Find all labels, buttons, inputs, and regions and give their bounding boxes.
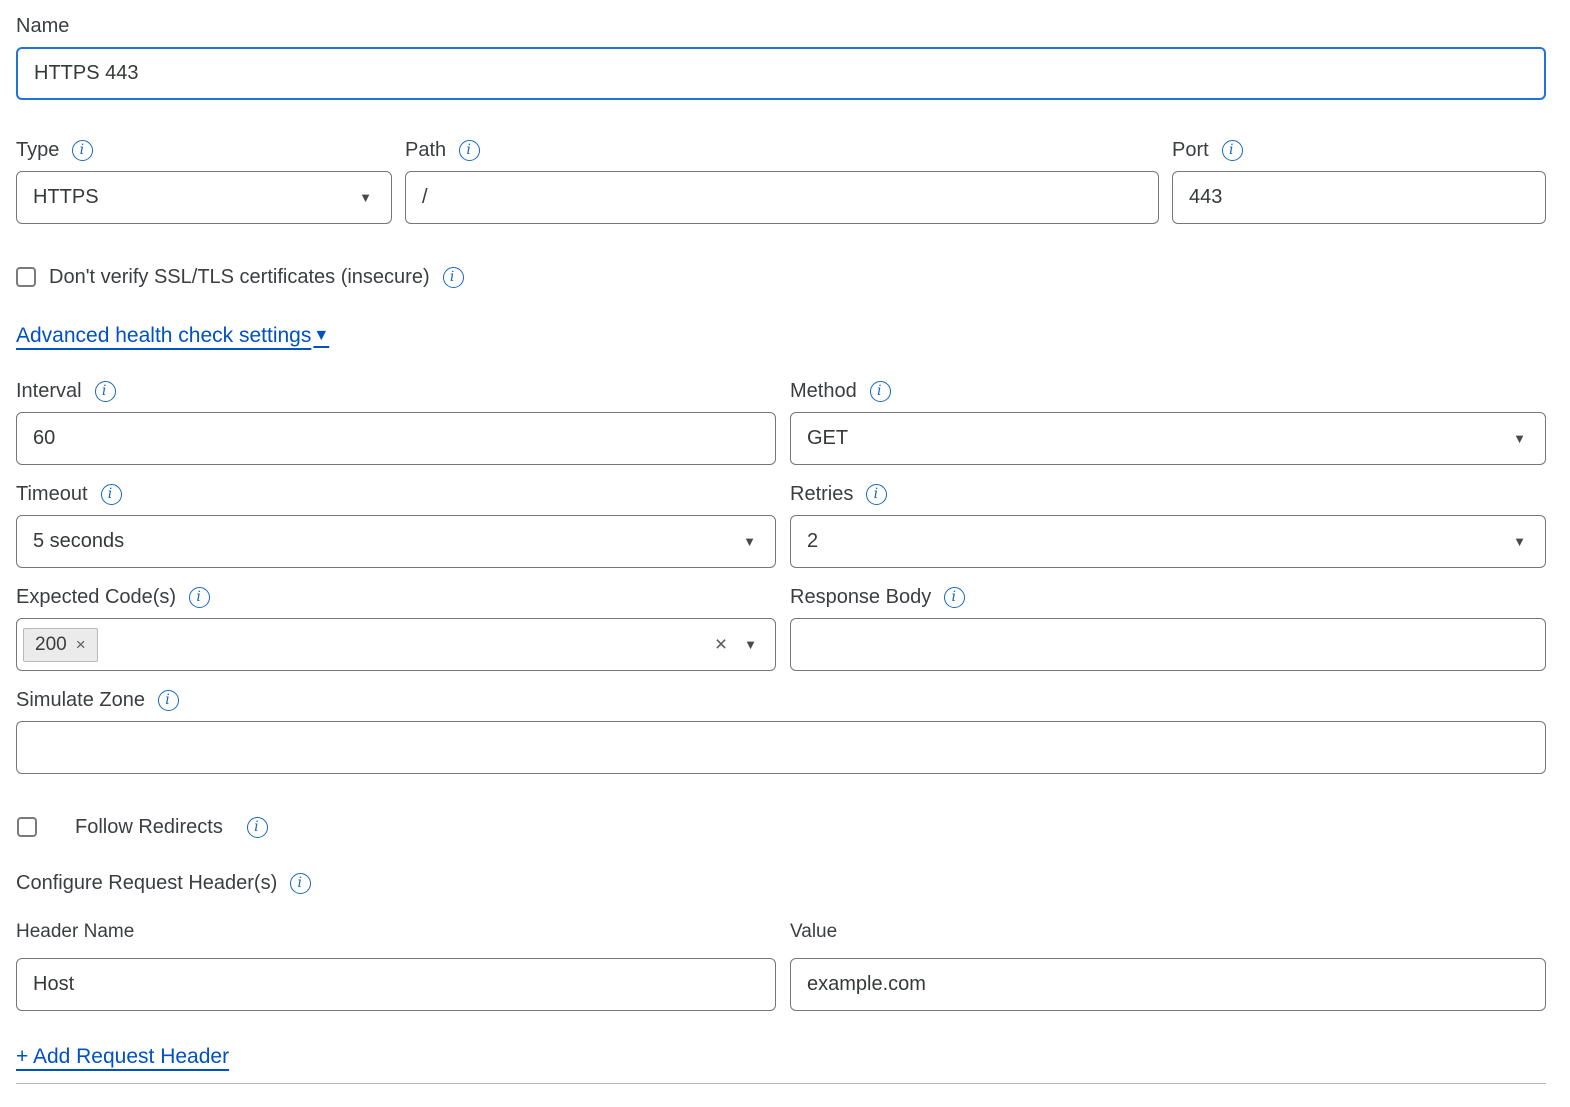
- field-simulate-zone: Simulate Zone i: [16, 688, 1546, 774]
- follow-redirects-label: Follow Redirects: [75, 816, 223, 839]
- health-check-form: Name Type i HTTPS ▼ Path i: [0, 0, 1570, 1106]
- field-path: Path i: [405, 138, 1159, 224]
- expected-code-tag-value: 200: [35, 634, 67, 656]
- response-body-label: Response Body: [790, 586, 931, 609]
- expected-codes-multiselect[interactable]: 200 × × ▼: [16, 618, 776, 671]
- type-select-value: HTTPS: [33, 186, 99, 209]
- ssl-verify-info-icon[interactable]: i: [443, 267, 464, 288]
- collapse-triangle-icon: ▼: [313, 327, 329, 345]
- header-name-input[interactable]: [16, 958, 776, 1011]
- follow-redirects-checkbox[interactable]: [17, 817, 37, 837]
- remove-tag-icon[interactable]: ×: [76, 635, 86, 655]
- field-header-name: Header Name: [16, 921, 776, 1011]
- chevron-down-icon: ▼: [359, 190, 372, 205]
- method-select-value: GET: [807, 427, 848, 450]
- path-input[interactable]: [405, 171, 1159, 224]
- ssl-verify-row: Don't verify SSL/TLS certificates (insec…: [16, 266, 1546, 288]
- request-headers-info-icon[interactable]: i: [290, 873, 311, 894]
- method-select[interactable]: GET ▼: [790, 412, 1546, 465]
- chevron-down-icon[interactable]: ▼: [744, 637, 757, 652]
- method-label: Method: [790, 380, 857, 403]
- field-expected-codes: Expected Code(s) i 200 × × ▼: [16, 585, 776, 671]
- field-type: Type i HTTPS ▼: [16, 138, 392, 224]
- follow-redirects-row: Follow Redirects i: [16, 816, 1546, 838]
- field-port: Port i: [1172, 138, 1546, 224]
- chevron-down-icon: ▼: [743, 534, 756, 549]
- expected-codes-label: Expected Code(s): [16, 586, 176, 609]
- field-retries: Retries i 2 ▼: [790, 482, 1546, 568]
- section-divider: [16, 1083, 1546, 1084]
- chevron-down-icon: ▼: [1513, 431, 1526, 446]
- simulate-zone-info-icon[interactable]: i: [158, 690, 179, 711]
- header-value-column-label: Value: [790, 921, 1546, 943]
- response-body-input[interactable]: [790, 618, 1546, 671]
- type-select[interactable]: HTTPS ▼: [16, 171, 392, 224]
- header-name-column-label: Header Name: [16, 921, 776, 943]
- chevron-down-icon: ▼: [1513, 534, 1526, 549]
- clear-all-icon[interactable]: ×: [715, 633, 727, 657]
- field-name: Name: [16, 14, 1546, 100]
- advanced-settings-link-text: Advanced health check settings: [16, 324, 311, 348]
- header-value-input[interactable]: [790, 958, 1546, 1011]
- add-request-header-link-text: + Add Request Header: [16, 1045, 229, 1069]
- method-info-icon[interactable]: i: [870, 381, 891, 402]
- expected-code-tag: 200 ×: [23, 628, 98, 662]
- field-response-body: Response Body i: [790, 585, 1546, 671]
- ssl-verify-label: Don't verify SSL/TLS certificates (insec…: [49, 266, 430, 289]
- timeout-select-value: 5 seconds: [33, 530, 124, 553]
- field-method: Method i GET ▼: [790, 379, 1546, 465]
- port-input[interactable]: [1172, 171, 1546, 224]
- port-label: Port: [1172, 139, 1209, 162]
- simulate-zone-input[interactable]: [16, 721, 1546, 774]
- timeout-info-icon[interactable]: i: [101, 484, 122, 505]
- request-headers-section-label: Configure Request Header(s): [16, 872, 277, 895]
- simulate-zone-label: Simulate Zone: [16, 689, 145, 712]
- name-label: Name: [16, 15, 69, 38]
- response-body-info-icon[interactable]: i: [944, 587, 965, 608]
- field-interval: Interval i: [16, 379, 776, 465]
- retries-select-value: 2: [807, 530, 818, 553]
- path-label: Path: [405, 139, 446, 162]
- interval-label: Interval: [16, 380, 82, 403]
- type-label: Type: [16, 139, 59, 162]
- advanced-settings-link[interactable]: Advanced health check settings▼: [16, 324, 329, 348]
- retries-label: Retries: [790, 483, 853, 506]
- interval-info-icon[interactable]: i: [95, 381, 116, 402]
- type-info-icon[interactable]: i: [72, 140, 93, 161]
- path-info-icon[interactable]: i: [459, 140, 480, 161]
- timeout-label: Timeout: [16, 483, 88, 506]
- follow-redirects-info-icon[interactable]: i: [247, 817, 268, 838]
- timeout-select[interactable]: 5 seconds ▼: [16, 515, 776, 568]
- retries-info-icon[interactable]: i: [866, 484, 887, 505]
- field-timeout: Timeout i 5 seconds ▼: [16, 482, 776, 568]
- port-info-icon[interactable]: i: [1222, 140, 1243, 161]
- request-header-row: Header Name Value: [16, 921, 1546, 1011]
- expected-codes-info-icon[interactable]: i: [189, 587, 210, 608]
- name-input[interactable]: [16, 47, 1546, 100]
- ssl-verify-checkbox[interactable]: [16, 267, 36, 287]
- interval-input[interactable]: [16, 412, 776, 465]
- add-request-header-link[interactable]: + Add Request Header: [16, 1045, 229, 1069]
- field-header-value: Value: [790, 921, 1546, 1011]
- retries-select[interactable]: 2 ▼: [790, 515, 1546, 568]
